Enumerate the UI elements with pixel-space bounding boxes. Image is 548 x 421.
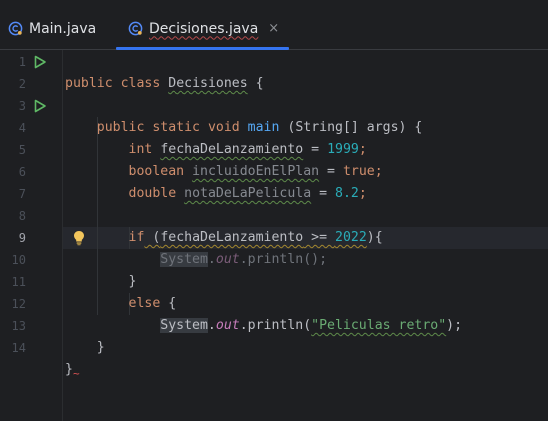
tab-label: Main.java	[29, 20, 97, 37]
tab-decisiones-java[interactable]: Decisiones.java ×	[116, 8, 290, 50]
editor-tab-bar: Main.java Decisiones.java ×	[0, 8, 548, 50]
close-icon[interactable]: ×	[268, 21, 279, 36]
tab-main-java[interactable]: Main.java	[8, 8, 96, 49]
code-line-10: }	[128, 274, 137, 289]
code-line-12: System.out.println("Peliculas retro");	[160, 318, 463, 333]
code-line-11: else {	[128, 296, 177, 311]
error-marker: ~	[72, 367, 80, 380]
tab-label: Decisiones.java	[149, 20, 259, 37]
code-line-3: public static void main (String[] args) …	[96, 120, 423, 135]
java-class-icon	[8, 21, 23, 36]
code-line-13: }	[96, 340, 105, 355]
code-line-8: if (fechaDeLanzamiento >= 2022){	[128, 230, 383, 245]
code-line-6: double notaDeLaPelicula = 8.2;	[128, 186, 367, 201]
code-line-5: boolean incluidoEnElPlan = true;	[128, 164, 383, 179]
code-line-4: int fechaDeLanzamiento = 1999;	[128, 142, 367, 157]
code-line-14: }~	[65, 362, 80, 380]
window-top-strip	[0, 0, 548, 8]
code-line-9: System.out.println();	[160, 252, 328, 267]
java-class-icon	[128, 21, 143, 36]
code-line-1: public class Decisiones {	[65, 76, 264, 91]
